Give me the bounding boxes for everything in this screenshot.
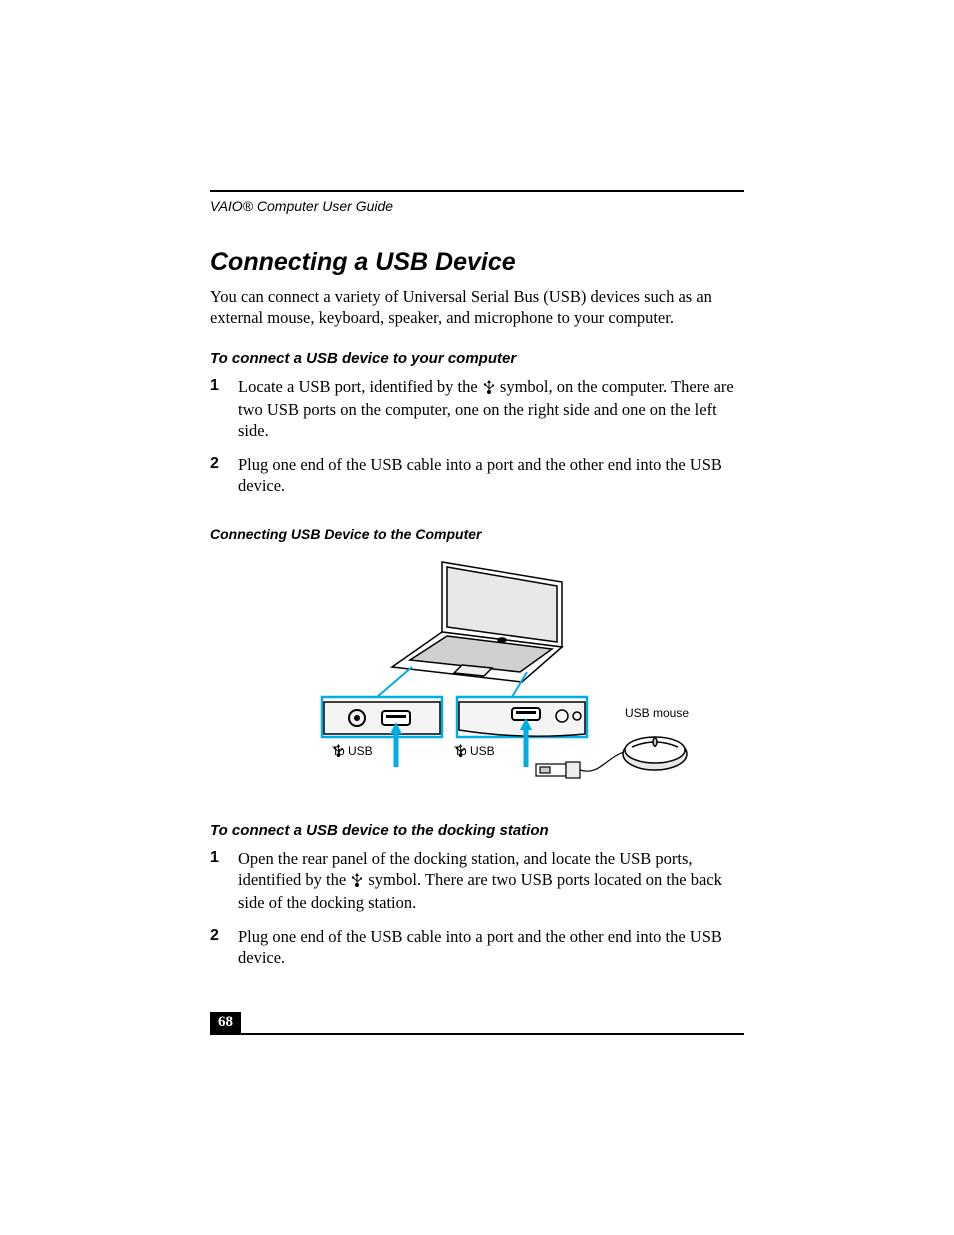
header-rule <box>210 190 744 192</box>
running-header: VAIO® Computer User Guide <box>210 198 744 214</box>
step-text: Locate a USB port, identified by the sym… <box>238 377 744 441</box>
step-number: 2 <box>210 927 238 945</box>
figure-label-to-usb-left: To USB <box>332 744 380 758</box>
usb-icon <box>350 872 364 893</box>
usb-connection-figure: USB mouse To USB To <box>262 552 692 792</box>
page-number: 68 <box>210 1012 241 1033</box>
figure-label-to-usb-right: To USB <box>454 744 502 758</box>
intro-paragraph: You can connect a variety of Universal S… <box>210 287 744 328</box>
footer-rule <box>210 1033 744 1035</box>
usb-icon <box>482 379 496 400</box>
step-number: 2 <box>210 455 238 473</box>
figure-caption: Connecting USB Device to the Computer <box>210 526 744 542</box>
step-item: 1 Locate a USB port, identified by the <box>210 377 744 441</box>
section-heading-docking: To connect a USB device to the docking s… <box>210 822 744 839</box>
step-item: 2 Plug one end of the USB cable into a p… <box>210 927 744 968</box>
step-text-pre: Locate a USB port, identified by the <box>238 377 482 396</box>
page-footer: 68 <box>210 1033 744 1035</box>
step-text: Plug one end of the USB cable into a por… <box>238 455 744 496</box>
section-heading-computer: To connect a USB device to your computer <box>210 350 744 367</box>
document-page: VAIO® Computer User Guide Connecting a U… <box>0 0 954 1235</box>
step-number: 1 <box>210 377 238 395</box>
figure-label-mouse: USB mouse <box>625 706 689 720</box>
step-item: 1 Open the rear panel of the docking sta… <box>210 849 744 913</box>
step-item: 2 Plug one end of the USB cable into a p… <box>210 455 744 496</box>
page-title: Connecting a USB Device <box>210 248 744 277</box>
figure-container: USB mouse To USB To <box>210 552 744 792</box>
step-text: Plug one end of the USB cable into a por… <box>238 927 744 968</box>
step-number: 1 <box>210 849 238 867</box>
step-text: Open the rear panel of the docking stati… <box>238 849 744 913</box>
